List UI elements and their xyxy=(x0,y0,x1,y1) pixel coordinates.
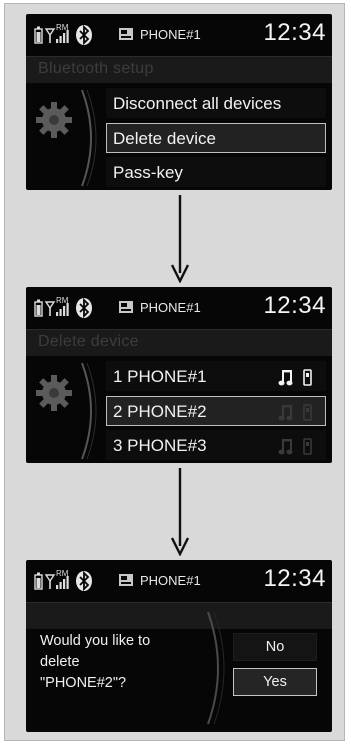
message-line: delete xyxy=(40,654,80,670)
menu-arc xyxy=(81,89,97,187)
screen-title: Bluetooth setup xyxy=(38,60,154,77)
menu-item-delete-device[interactable]: Delete device xyxy=(106,123,326,153)
screen-delete-confirmation: RM PHONE#1 12:34 Would you like to delet… xyxy=(26,560,332,732)
music-note-icon xyxy=(278,439,293,455)
paired-phone-name: PHONE#1 xyxy=(140,27,201,42)
status-bar: RM PHONE#1 12:34 xyxy=(26,560,332,600)
status-bar: RM PHONE#1 12:34 xyxy=(26,14,332,54)
device-label: 1 PHONE#1 xyxy=(113,367,207,386)
device-capability-icons xyxy=(278,438,312,455)
phone-icon xyxy=(119,301,133,313)
message-line: "PHONE#2"? xyxy=(40,675,127,691)
clock: 12:34 xyxy=(263,292,326,319)
message-line: Would you like to xyxy=(40,633,151,649)
menu-item-pass-key[interactable]: Pass-key xyxy=(106,157,326,187)
music-note-icon xyxy=(278,405,293,421)
gear-icon xyxy=(36,102,72,138)
gear-icon xyxy=(36,375,72,411)
no-button[interactable]: No xyxy=(233,633,317,661)
status-bar: RM PHONE#1 12:34 xyxy=(26,287,332,327)
device-label: 2 PHONE#2 xyxy=(113,402,207,421)
rm-label: RM xyxy=(56,23,69,32)
rm-label: RM xyxy=(56,569,69,578)
clock: 12:34 xyxy=(263,19,326,46)
device-item-phone-3[interactable]: 3 PHONE#3 xyxy=(106,430,326,460)
music-note-icon xyxy=(278,370,293,386)
status-icons: RM xyxy=(34,23,92,46)
bluetooth-icon xyxy=(76,24,92,46)
rm-label: RM xyxy=(56,296,69,305)
handset-icon xyxy=(303,404,312,421)
device-capability-icons xyxy=(278,369,312,386)
status-icons: RM xyxy=(34,296,92,319)
menu-arc xyxy=(81,362,97,460)
battery-icon xyxy=(34,572,43,590)
screen-title-bar: Bluetooth setup xyxy=(26,56,332,83)
screen-bluetooth-setup: RM PHONE#1 12:34 Bluetooth setup Disconn… xyxy=(26,14,332,190)
paired-phone-name: PHONE#1 xyxy=(140,573,201,588)
screen-delete-device: RM PHONE#1 12:34 Delete device 1 PHONE#1… xyxy=(26,287,332,463)
menu-item-disconnect-all[interactable]: Disconnect all devices xyxy=(106,88,326,118)
device-capability-icons xyxy=(278,404,312,421)
menu-item-label: Disconnect all devices xyxy=(113,94,282,113)
yes-button[interactable]: Yes xyxy=(233,668,317,696)
clock: 12:34 xyxy=(263,565,326,592)
menu-item-label: Pass-key xyxy=(113,163,183,182)
device-item-phone-1[interactable]: 1 PHONE#1 xyxy=(106,361,326,391)
bluetooth-icon xyxy=(76,297,92,319)
phone-icon xyxy=(119,28,133,40)
screen-title-bar: Delete device xyxy=(26,329,332,356)
status-icons: RM xyxy=(34,569,92,592)
battery-icon xyxy=(34,26,43,44)
device-item-phone-2[interactable]: 2 PHONE#2 xyxy=(106,396,326,426)
dialog-arc xyxy=(207,611,225,725)
bluetooth-icon xyxy=(76,570,92,592)
handset-icon xyxy=(303,369,312,386)
menu-item-label: Delete device xyxy=(113,129,217,148)
battery-icon xyxy=(34,299,43,317)
down-arrow-icon xyxy=(170,195,190,283)
handset-icon xyxy=(303,438,312,455)
phone-icon xyxy=(119,574,133,586)
screen-title: Delete device xyxy=(38,333,139,350)
confirmation-message: Would you like to delete "PHONE#2"? xyxy=(40,631,150,694)
paired-phone-name: PHONE#1 xyxy=(140,300,201,315)
down-arrow-icon xyxy=(170,468,190,556)
device-label: 3 PHONE#3 xyxy=(113,436,207,455)
screen-title-bar xyxy=(26,602,332,629)
